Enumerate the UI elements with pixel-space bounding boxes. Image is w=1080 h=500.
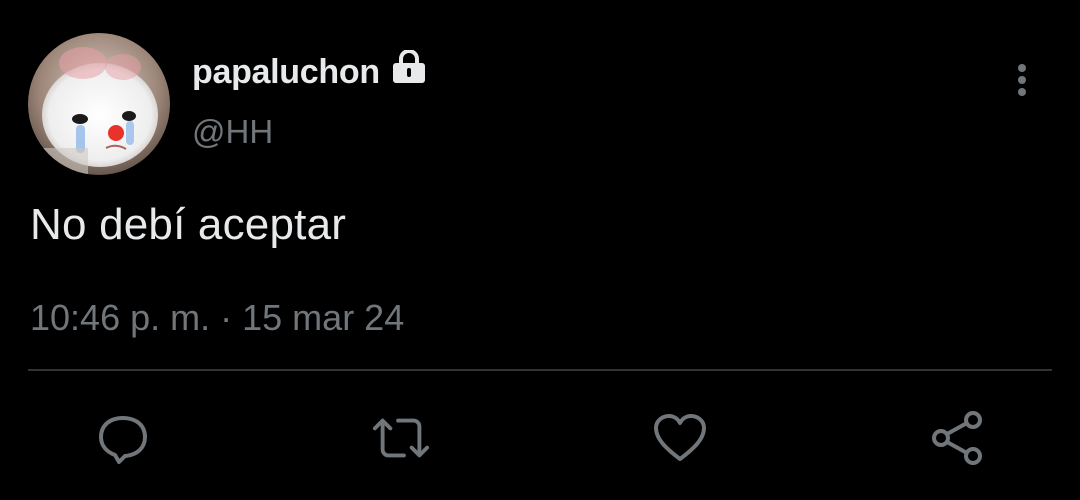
tweet-text: No debí aceptar	[30, 200, 347, 249]
share-icon	[932, 411, 982, 465]
divider	[28, 369, 1052, 371]
clown-cat-avatar-image	[28, 33, 170, 175]
share-button[interactable]	[927, 408, 987, 468]
vertical-ellipsis-icon	[1018, 64, 1026, 96]
display-name[interactable]: papaluchon	[192, 53, 380, 92]
more-options-button[interactable]	[1004, 60, 1040, 100]
tweet-date: 15 mar 24	[242, 297, 405, 338]
author-name-row: papaluchon	[192, 48, 428, 94]
avatar[interactable]	[28, 33, 170, 175]
retweet-button[interactable]	[371, 408, 431, 468]
retweet-icon	[372, 418, 430, 458]
meta-separator: ·	[220, 297, 233, 338]
reply-button[interactable]	[93, 408, 153, 468]
like-button[interactable]	[650, 408, 710, 468]
user-handle[interactable]: @HH	[192, 113, 273, 151]
tweet-timestamp[interactable]: 10:46 p. m. · 15 mar 24	[30, 297, 404, 339]
heart-icon	[654, 414, 706, 461]
tweet-time: 10:46 p. m.	[30, 297, 211, 338]
reply-bubble-icon	[99, 416, 147, 464]
lock-icon	[390, 48, 428, 89]
